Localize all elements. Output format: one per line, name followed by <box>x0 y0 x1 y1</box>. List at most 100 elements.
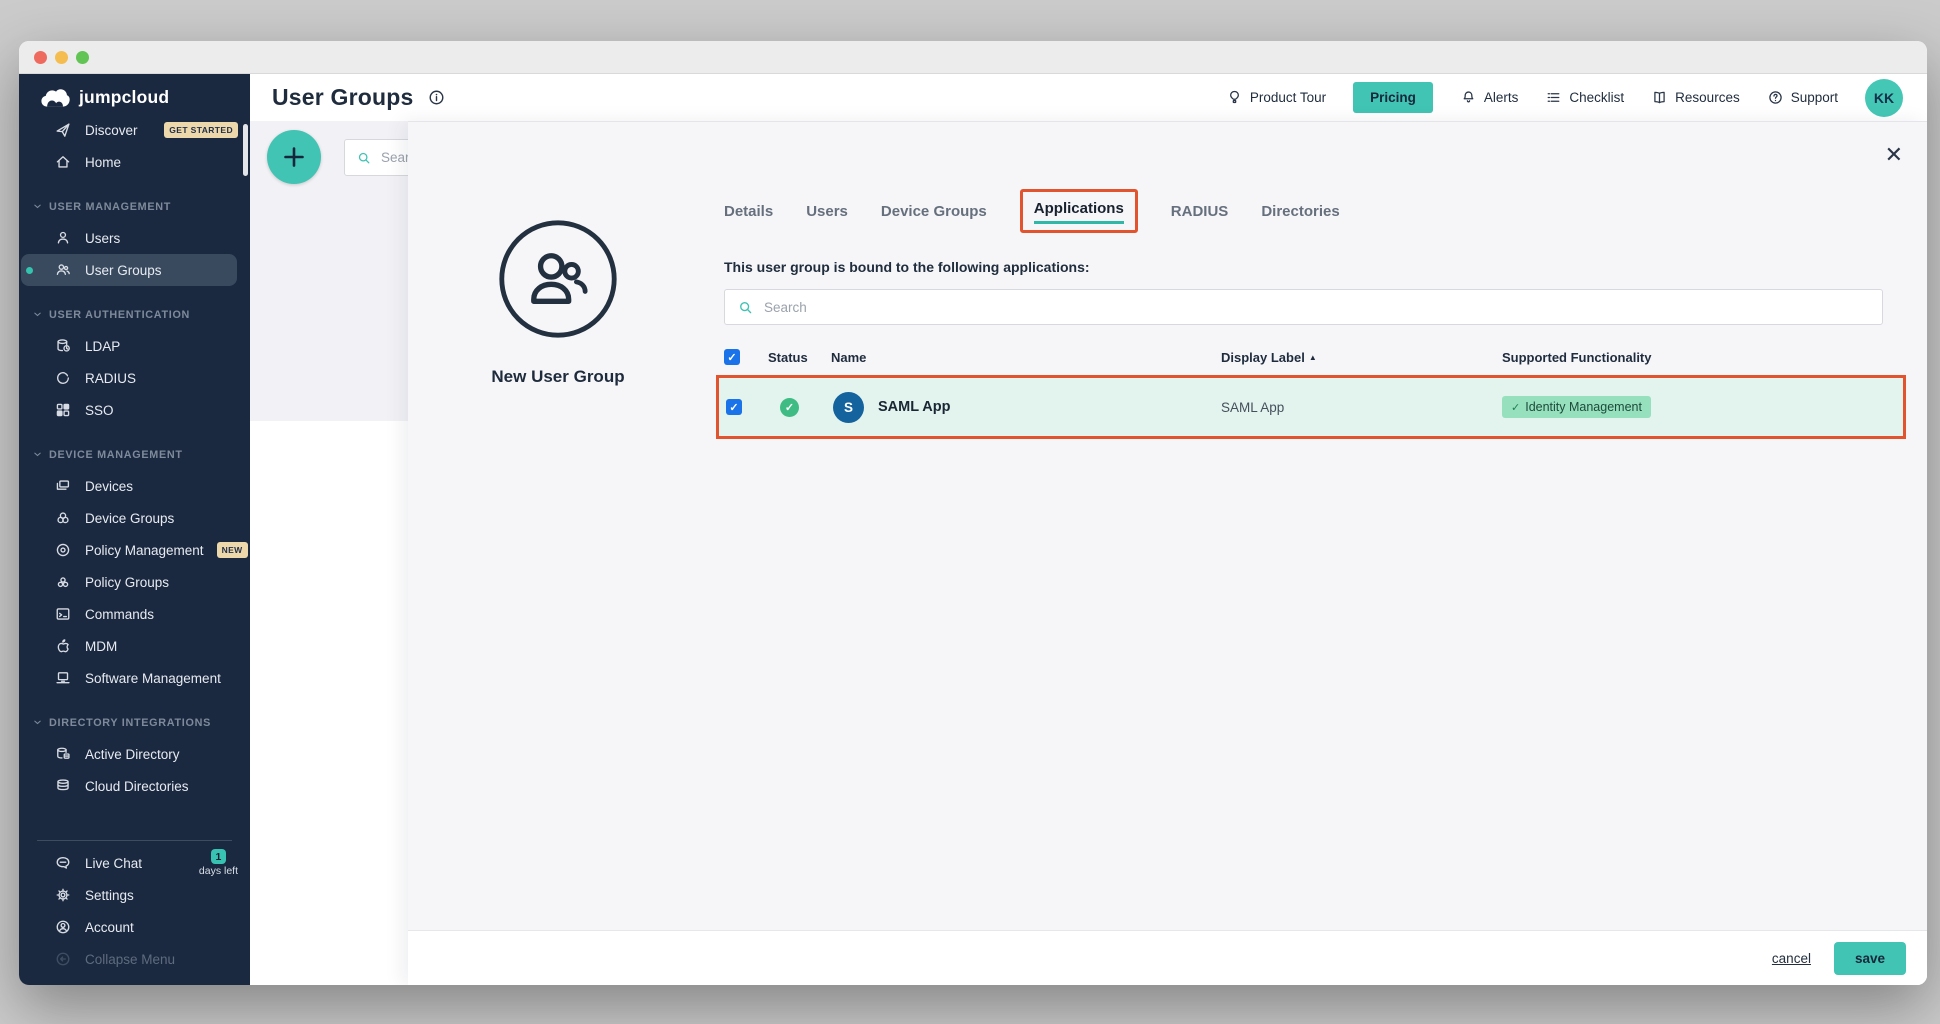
question-icon <box>1767 89 1784 106</box>
sidebar-item-devices[interactable]: Devices <box>19 470 250 502</box>
page-title: User Groups <box>272 84 414 111</box>
sidebar-item-home[interactable]: Home <box>19 146 250 178</box>
applications-search[interactable] <box>724 289 1883 325</box>
sidebar-item-settings[interactable]: Settings <box>19 879 250 911</box>
chevron-down-icon <box>33 202 42 211</box>
bell-icon <box>1460 89 1477 106</box>
close-icon[interactable]: ✕ <box>1885 144 1903 166</box>
sidebar-section-directory-integrations[interactable]: DIRECTORY INTEGRATIONS <box>19 707 250 738</box>
sort-asc-icon: ▲ <box>1309 353 1317 362</box>
app-display-label: SAML App <box>1221 400 1502 415</box>
app-avatar: S <box>833 392 864 423</box>
check-icon: ✓ <box>1511 401 1520 414</box>
alerts-button[interactable]: Alerts <box>1460 89 1519 106</box>
column-header-supported-functionality[interactable]: Supported Functionality <box>1502 350 1883 365</box>
sidebar-item-account[interactable]: Account <box>19 911 250 943</box>
sidebar-item-policy-management[interactable]: Policy ManagementNEW <box>19 534 250 566</box>
close-window-button[interactable] <box>34 51 47 64</box>
applications-search-input[interactable] <box>764 300 1870 315</box>
tab-directories[interactable]: Directories <box>1261 203 1339 220</box>
jumpcloud-logo[interactable]: jumpcloud <box>19 74 250 114</box>
sidebar-item-mdm[interactable]: MDM <box>19 630 250 662</box>
checklist-button[interactable]: Checklist <box>1545 89 1624 106</box>
group-name-label: New User Group <box>491 367 624 387</box>
sidebar-divider <box>37 840 232 841</box>
support-button[interactable]: Support <box>1767 89 1838 106</box>
active-directory-icon <box>54 745 72 763</box>
device-group-icon <box>54 509 72 527</box>
tab-users[interactable]: Users <box>806 203 848 220</box>
search-icon <box>356 150 372 166</box>
column-header-name[interactable]: Name <box>831 350 1221 365</box>
minimize-window-button[interactable] <box>55 51 68 64</box>
sidebar-item-active-directory[interactable]: Active Directory <box>19 738 250 770</box>
resources-button[interactable]: Resources <box>1651 89 1740 106</box>
user-group-icon <box>54 261 72 279</box>
sidebar-section-user-management[interactable]: USER MANAGEMENT <box>19 191 250 222</box>
cancel-button[interactable]: cancel <box>1772 951 1811 966</box>
sidebar-item-radius[interactable]: RADIUS <box>19 362 250 394</box>
app-name: SAML App <box>878 399 951 415</box>
sidebar-item-sso[interactable]: SSO <box>19 394 250 426</box>
sidebar-item-discover[interactable]: DiscoverGET STARTED <box>19 114 250 146</box>
ldap-icon <box>54 337 72 355</box>
gear-icon <box>54 886 72 904</box>
pricing-button[interactable]: Pricing <box>1353 82 1433 113</box>
window-titlebar <box>19 41 1927 74</box>
table-row[interactable]: ✓ ✓ SSAML App SAML App ✓Identity Managem… <box>719 378 1903 436</box>
add-user-group-button[interactable] <box>267 130 321 184</box>
sidebar-item-policy-groups[interactable]: Policy Groups <box>19 566 250 598</box>
row-checkbox[interactable]: ✓ <box>726 399 742 415</box>
sidebar-item-users[interactable]: Users <box>19 222 250 254</box>
get-started-badge: GET STARTED <box>164 122 238 138</box>
sidebar-item-commands[interactable]: Commands <box>19 598 250 630</box>
select-all-checkbox[interactable]: ✓ <box>724 349 740 365</box>
sidebar-footer: Live Chat1days leftSettingsAccountCollap… <box>19 847 250 985</box>
tab-highlight-box: Applications <box>1020 189 1138 233</box>
radius-icon <box>54 369 72 387</box>
sidebar-section-device-management[interactable]: DEVICE MANAGEMENT <box>19 439 250 470</box>
policy-group-icon <box>54 573 72 591</box>
balloon-icon <box>1226 89 1243 106</box>
status-active-icon: ✓ <box>780 398 799 417</box>
column-header-status[interactable]: Status <box>768 350 831 365</box>
days-count-badge: 1 <box>211 849 226 864</box>
tab-radius[interactable]: RADIUS <box>1171 203 1229 220</box>
save-button[interactable]: save <box>1834 942 1906 975</box>
tab-applications[interactable]: Applications <box>1034 200 1124 224</box>
sidebar-scrollbar[interactable] <box>243 124 248 176</box>
app-window: jumpcloud DiscoverGET STARTEDHome USER MA… <box>19 41 1927 985</box>
applications-table-body: ✓ ✓ SSAML App SAML App ✓Identity Managem… <box>724 375 1883 439</box>
product-tour-button[interactable]: Product Tour <box>1226 89 1326 106</box>
tab-device-groups[interactable]: Device Groups <box>881 203 987 220</box>
user-avatar[interactable]: KK <box>1865 79 1903 117</box>
top-header: User Groups Pr <box>250 74 1927 121</box>
sidebar-item-user-groups[interactable]: User Groups <box>21 254 237 286</box>
search-icon <box>737 299 754 316</box>
sidebar-section-user-authentication[interactable]: USER AUTHENTICATION <box>19 299 250 330</box>
modal-footer: cancel save <box>408 930 1927 985</box>
sidebar-item-cloud-directories[interactable]: Cloud Directories <box>19 770 250 802</box>
sidebar-item-live-chat[interactable]: Live Chat1days left <box>19 847 250 879</box>
chat-icon <box>54 854 72 872</box>
sidebar: jumpcloud DiscoverGET STARTEDHome USER MA… <box>19 74 250 985</box>
devices-icon <box>54 477 72 495</box>
sidebar-item-ldap[interactable]: LDAP <box>19 330 250 362</box>
cloud-logo-icon <box>40 88 71 108</box>
apple-icon <box>54 637 72 655</box>
applications-table-header: ✓ StatusNameDisplay Label▲Supported Funct… <box>724 342 1883 372</box>
sso-icon <box>54 401 72 419</box>
policy-icon <box>54 541 72 559</box>
sidebar-item-collapse-menu[interactable]: Collapse Menu <box>19 943 250 975</box>
sidebar-item-software-management[interactable]: Software Management <box>19 662 250 694</box>
cloud-directory-icon <box>54 777 72 795</box>
user-group-icon-large <box>495 216 621 347</box>
active-indicator-dot <box>26 267 33 274</box>
row-highlight-box: ✓ ✓ SSAML App SAML App ✓Identity Managem… <box>716 375 1906 439</box>
zoom-window-button[interactable] <box>76 51 89 64</box>
user-group-detail-panel: ✕ New User Gr <box>408 121 1927 985</box>
column-header-display-label[interactable]: Display Label▲ <box>1221 350 1502 365</box>
tab-details[interactable]: Details <box>724 203 773 220</box>
info-icon[interactable] <box>427 88 446 107</box>
sidebar-item-device-groups[interactable]: Device Groups <box>19 502 250 534</box>
